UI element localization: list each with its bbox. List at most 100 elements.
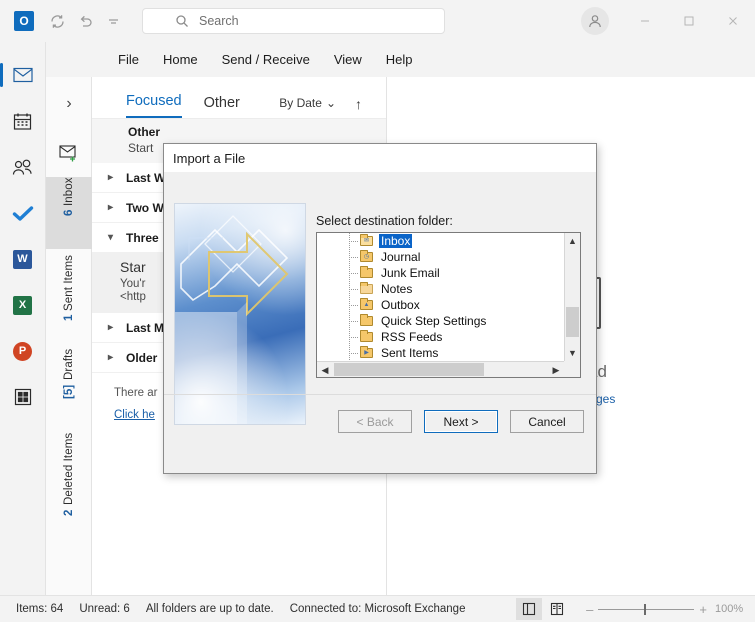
status-sync-message: All folders are up to date.	[145, 603, 274, 615]
app-rail: W X P	[0, 42, 46, 595]
folder-sent-icon: ▶	[359, 346, 375, 360]
next-button[interactable]: Next >	[424, 410, 498, 433]
tree-line	[341, 265, 359, 281]
tree-item-rss-feeds[interactable]: RSS Feeds	[317, 329, 564, 345]
rail-item-word[interactable]: W	[3, 238, 43, 280]
tree-line	[341, 297, 359, 313]
chevron-down-icon: ⌄	[325, 96, 336, 110]
vertical-scroll-thumb[interactable]	[566, 307, 579, 337]
search-box[interactable]: Search	[142, 8, 445, 34]
folder-item-deleted-items[interactable]: 2 Deleted Items	[46, 433, 92, 549]
menu-bar: File Home Send / Receive View Help	[0, 42, 755, 77]
folder-icon	[359, 266, 375, 280]
maximize-button[interactable]	[667, 0, 711, 42]
todo-icon	[12, 202, 34, 224]
tree-line	[341, 281, 359, 297]
sort-dropdown[interactable]: By Date ⌄	[279, 96, 336, 110]
group-label: Last W	[126, 170, 166, 185]
destination-folder-tree[interactable]: ✉ Inbox ◷ Journal Junk Email Notes ▲ Out…	[316, 232, 581, 378]
zoom-slider[interactable]: – +	[586, 602, 707, 617]
horizontal-scroll-thumb[interactable]	[334, 363, 484, 376]
folder-outbox-icon: ▲	[359, 298, 375, 312]
import-file-dialog: Import a File Select destination folder:	[163, 143, 597, 474]
new-mail-icon[interactable]	[46, 137, 92, 169]
tree-item-inbox[interactable]: ✉ Inbox	[317, 233, 564, 249]
tree-viewport: ✉ Inbox ◷ Journal Junk Email Notes ▲ Out…	[317, 233, 564, 361]
folder-count-drafts: [5]	[63, 384, 75, 399]
dialog-body: Select destination folder: ✉ Inbox ◷ Jou…	[164, 172, 596, 443]
chevron-down-icon: ▾	[108, 232, 114, 243]
minimize-button[interactable]	[623, 0, 667, 42]
scroll-right-icon[interactable]: ▶	[548, 362, 564, 378]
sort-ascending-icon[interactable]: ↑	[355, 96, 362, 112]
group-label: Older	[126, 350, 158, 365]
menu-item-send-receive[interactable]: Send / Receive	[210, 48, 322, 71]
menu-item-file[interactable]: File	[106, 48, 151, 71]
quick-access-toolbar	[44, 8, 126, 34]
tree-line	[341, 329, 359, 345]
cancel-button[interactable]: Cancel	[510, 410, 584, 433]
people-icon	[12, 156, 34, 178]
rail-item-todo[interactable]	[3, 192, 43, 234]
tree-item-label: Sent Items	[381, 346, 439, 360]
undo-icon[interactable]	[72, 8, 98, 34]
rail-item-powerpoint[interactable]: P	[3, 330, 43, 372]
more-apps-icon	[12, 386, 34, 408]
account-avatar-icon[interactable]	[581, 7, 609, 35]
expand-folder-pane-button[interactable]: ›	[46, 91, 92, 117]
tree-item-notes[interactable]: Notes	[317, 281, 564, 297]
folder-item-inbox[interactable]: 6 Inbox	[46, 177, 92, 249]
rail-item-calendar[interactable]	[3, 100, 43, 142]
rail-item-mail[interactable]	[0, 54, 43, 96]
reading-view-button[interactable]	[544, 598, 570, 620]
rail-item-excel[interactable]: X	[3, 284, 43, 326]
excel-icon: X	[13, 295, 32, 315]
menu-item-view[interactable]: View	[322, 48, 374, 71]
outlook-window: Search File Home Send / Receive View Hel…	[0, 0, 755, 622]
rail-item-more-apps[interactable]	[3, 376, 43, 418]
tree-item-label: Journal	[381, 250, 421, 264]
zoom-thumb[interactable]	[644, 603, 647, 615]
tree-item-journal[interactable]: ◷ Journal	[317, 249, 564, 265]
tab-other[interactable]: Other	[204, 95, 240, 118]
tree-item-quick-step-settings[interactable]: Quick Step Settings	[317, 313, 564, 329]
folder-item-drafts[interactable]: [5] Drafts	[46, 349, 92, 429]
tree-item-junk-email[interactable]: Junk Email	[317, 265, 564, 281]
tab-focused[interactable]: Focused	[126, 93, 182, 118]
folder-item-sent-items[interactable]: 1 Sent Items	[46, 255, 92, 345]
menu-item-home[interactable]: Home	[151, 48, 210, 71]
status-connection: Connected to: Microsoft Exchange	[289, 603, 466, 615]
zoom-out-button[interactable]: –	[586, 602, 593, 617]
tree-item-label: Quick Step Settings	[381, 314, 487, 328]
sort-label: By Date	[279, 96, 322, 110]
tree-item-outbox[interactable]: ▲ Outbox	[317, 297, 564, 313]
folder-pane-collapsed: › 6 Inbox 1 Sent Items [5] Drafts 2 Dele…	[46, 77, 92, 595]
tree-item-label: Notes	[381, 282, 413, 296]
normal-view-button[interactable]	[516, 598, 543, 620]
scroll-down-icon[interactable]: ▼	[565, 345, 580, 361]
status-bar: Items: 64 Unread: 6 All folders are up t…	[0, 595, 755, 622]
chevron-down-icon[interactable]	[100, 8, 126, 34]
zoom-in-button[interactable]: +	[699, 602, 707, 617]
zoom-track[interactable]	[598, 603, 695, 615]
group-label: Two W	[126, 200, 164, 215]
tree-item-label: RSS Feeds	[381, 330, 443, 344]
tree-line	[341, 313, 359, 329]
chevron-right-icon: ▸	[108, 322, 114, 333]
zoom-percent-label: 100%	[715, 603, 744, 615]
view-switcher	[516, 598, 570, 620]
sync-icon[interactable]	[44, 8, 70, 34]
back-button[interactable]: < Back	[338, 410, 412, 433]
tree-vertical-scrollbar[interactable]: ▲ ▼	[564, 233, 580, 361]
group-label: Three	[126, 230, 159, 245]
tree-horizontal-scrollbar[interactable]: ◀ ▶	[317, 361, 564, 377]
chevron-right-icon: ▸	[108, 172, 114, 183]
close-button[interactable]	[711, 0, 755, 42]
tree-item-sent-items[interactable]: ▶ Sent Items	[317, 345, 564, 361]
rail-item-people[interactable]	[3, 146, 43, 188]
window-right-controls	[581, 0, 755, 42]
folder-journal-icon: ◷	[359, 250, 375, 264]
menu-item-help[interactable]: Help	[374, 48, 425, 71]
scroll-up-icon[interactable]: ▲	[565, 233, 580, 249]
scroll-left-icon[interactable]: ◀	[317, 362, 333, 378]
